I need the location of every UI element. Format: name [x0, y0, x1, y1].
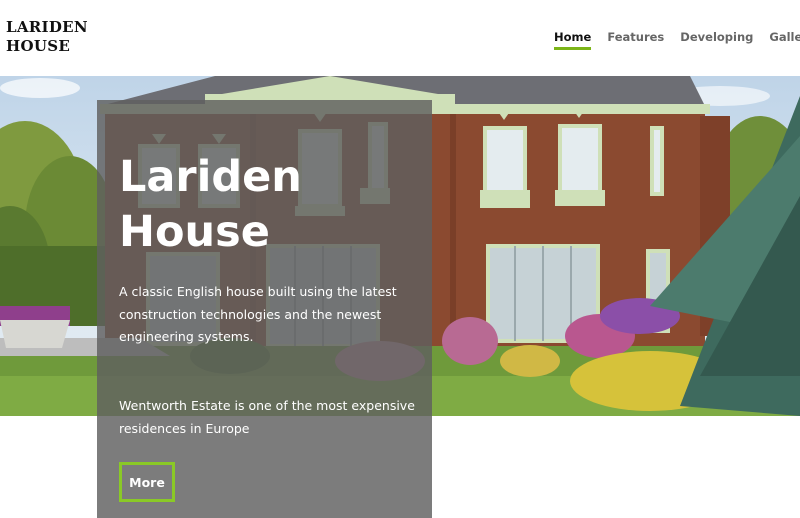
nav-item-gallery[interactable]: Gallery: [769, 30, 800, 48]
logo-line-1: LARIDEN: [6, 18, 88, 36]
logo-line-2: HOUSE: [6, 37, 71, 55]
nav-item-developing[interactable]: Developing: [680, 30, 753, 48]
hero-description: A classic English house built using the …: [119, 284, 397, 344]
hero-title: Lariden House: [119, 150, 302, 260]
site-header: LARIDEN HOUSE Home Features Developing G…: [0, 0, 800, 76]
main-nav: Home Features Developing Gallery L: [554, 30, 800, 50]
nav-item-features[interactable]: Features: [607, 30, 664, 48]
nav-item-home[interactable]: Home: [554, 30, 592, 50]
hero-description-secondary: Wentworth Estate is one of the most expe…: [119, 398, 415, 436]
hero-title-line-2: House: [119, 207, 270, 257]
site-logo[interactable]: LARIDEN HOUSE: [6, 18, 88, 56]
hero-title-line-1: Lariden: [119, 152, 302, 202]
more-button[interactable]: More: [119, 462, 175, 502]
